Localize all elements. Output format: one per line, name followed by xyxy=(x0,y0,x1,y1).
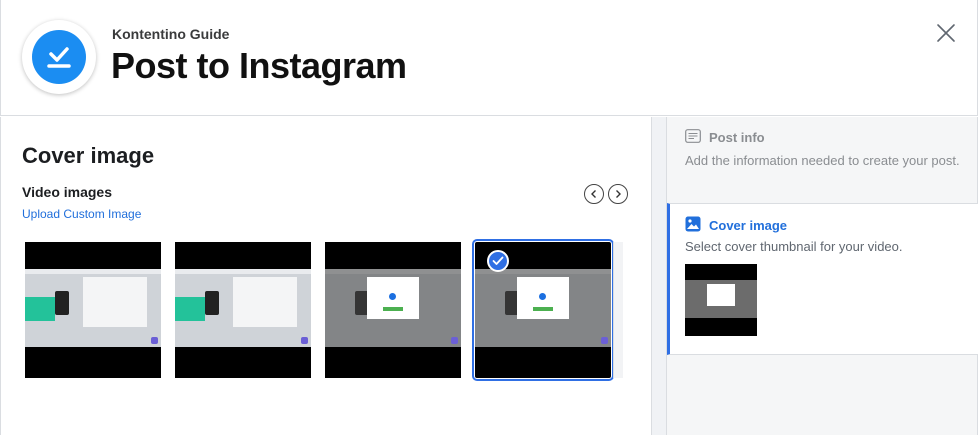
step-title: Cover image xyxy=(709,218,788,233)
video-thumbnail-selected[interactable] xyxy=(472,239,614,381)
app-badge-icon xyxy=(601,337,608,344)
checkmark-tray-icon xyxy=(32,30,86,84)
thumbnail-image xyxy=(175,269,311,347)
previous-arrow-button[interactable] xyxy=(584,184,604,204)
thumbnail-image xyxy=(25,269,161,347)
brand-avatar xyxy=(22,20,96,94)
image-icon xyxy=(685,216,701,235)
video-thumbnail[interactable] xyxy=(175,242,311,378)
cover-preview-thumbnail xyxy=(685,264,757,336)
panel-divider xyxy=(651,117,667,435)
step-title-row: Post info xyxy=(685,129,960,146)
thumbnail-overflow-edge xyxy=(613,242,623,378)
app-badge-icon xyxy=(151,337,158,344)
app-badge-icon xyxy=(451,337,458,344)
dialog-header: Kontentino Guide Post to Instagram xyxy=(0,0,978,116)
video-thumbnail[interactable] xyxy=(325,242,461,378)
step-title-row: Cover image xyxy=(685,216,960,235)
thumbnail-image xyxy=(475,269,611,347)
step-title: Post info xyxy=(709,130,765,145)
step-description: Select cover thumbnail for your video. xyxy=(685,239,903,254)
next-arrow-button[interactable] xyxy=(608,184,628,204)
app-badge-icon xyxy=(301,337,308,344)
upload-custom-image-link[interactable]: Upload Custom Image xyxy=(22,207,141,221)
video-thumbnail[interactable] xyxy=(25,242,161,378)
selected-check-icon xyxy=(487,250,509,272)
list-icon xyxy=(685,129,701,146)
brand-name: Kontentino Guide xyxy=(112,26,230,42)
close-icon[interactable] xyxy=(935,22,957,44)
page-title: Post to Instagram xyxy=(111,45,407,86)
section-title: Cover image xyxy=(22,143,155,168)
steps-sidebar: Post info Add the information needed to … xyxy=(667,117,978,435)
video-images-label: Video images xyxy=(22,184,113,200)
thumbnail-image xyxy=(325,269,461,347)
step-cover-image[interactable]: Cover image Select cover thumbnail for y… xyxy=(667,203,978,355)
cover-image-panel: Cover image Video images Upload Custom I… xyxy=(0,117,651,435)
step-post-info[interactable]: Post info Add the information needed to … xyxy=(667,117,978,203)
step-description: Add the information needed to create you… xyxy=(685,153,960,168)
